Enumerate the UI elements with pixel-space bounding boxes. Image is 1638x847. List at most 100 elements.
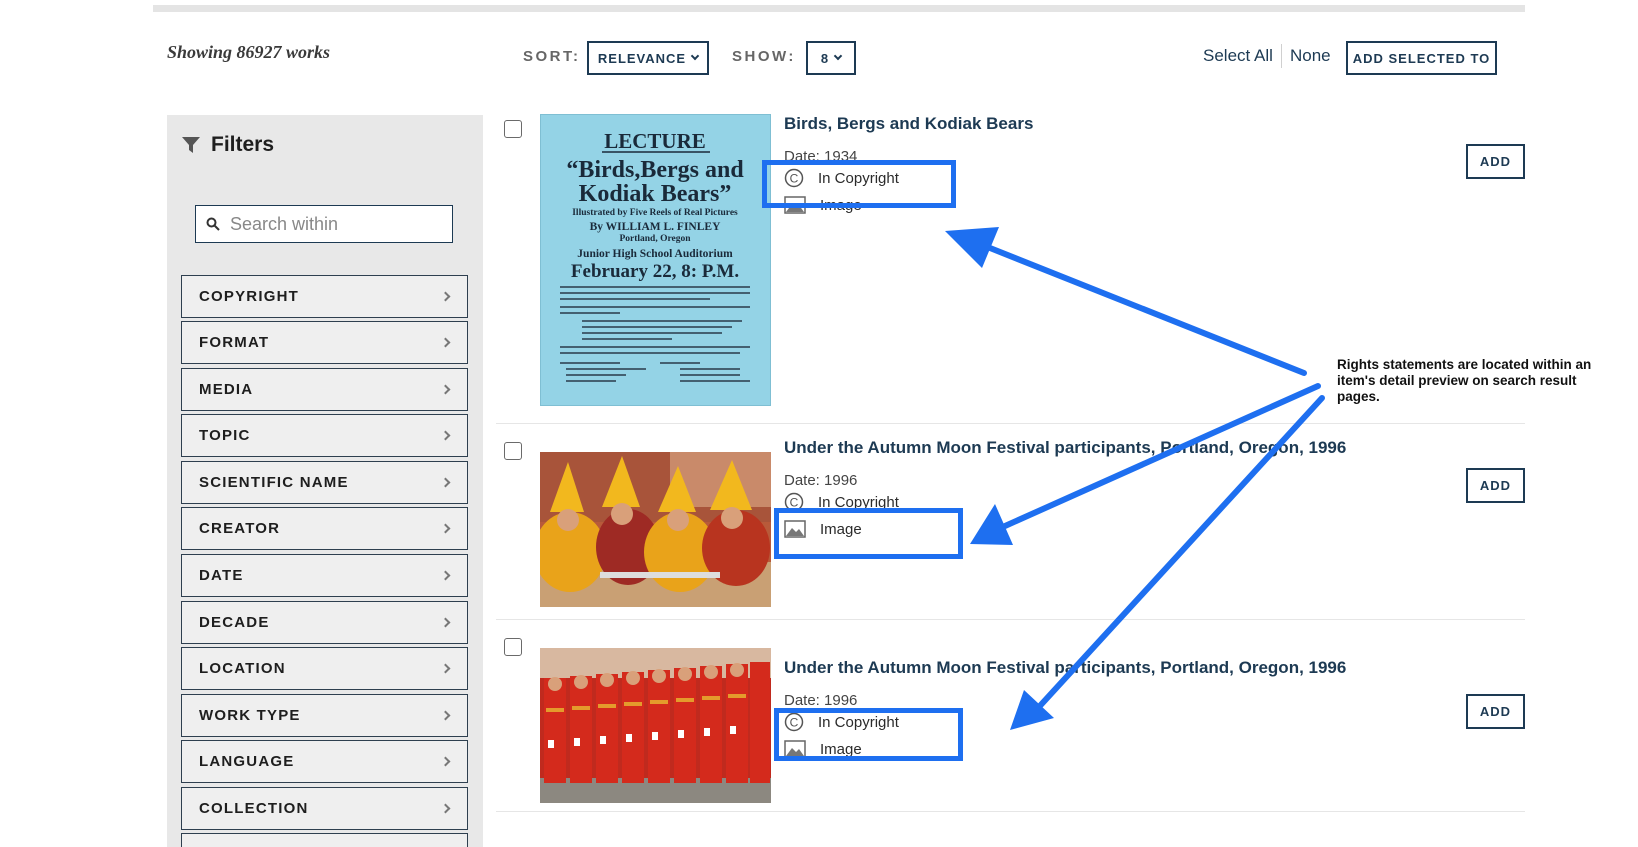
svg-text:Illustrated by Five Reels of R: Illustrated by Five Reels of Real Pictur… — [572, 208, 738, 218]
result-thumbnail[interactable]: LECTURE “Birds,Bergs and Kodiak Bears” I… — [540, 114, 771, 406]
select-checkbox[interactable] — [504, 638, 522, 656]
lecture-poster-image: LECTURE “Birds,Bergs and Kodiak Bears” I… — [540, 114, 771, 406]
facet-date[interactable]: DATE — [181, 554, 468, 597]
facet-label: DECADE — [199, 614, 270, 631]
sort-value: RELEVANCE — [597, 50, 687, 66]
filters-sidebar: Filters COPYRIGHT FORMAT MEDIA TOPIC SCI… — [167, 115, 483, 847]
result-date: Date: 1996 — [784, 692, 858, 709]
chevron-right-icon — [440, 803, 451, 814]
format-label: Image — [820, 520, 862, 538]
facet-location[interactable]: LOCATION — [181, 647, 468, 690]
image-icon — [784, 520, 806, 538]
sort-dropdown[interactable]: RELEVANCE — [587, 41, 709, 75]
facet-label: CREATOR — [199, 520, 281, 537]
facet-creator[interactable]: CREATOR — [181, 507, 468, 550]
chevron-right-icon — [440, 663, 451, 674]
result-title-link[interactable]: Birds, Bergs and Kodiak Bears — [784, 114, 1033, 134]
format-label: Image — [820, 740, 862, 758]
select-checkbox[interactable] — [504, 442, 522, 460]
facet-more[interactable] — [181, 833, 468, 847]
sort-label: SORT: — [523, 48, 581, 65]
rights-statement: C In Copyright — [784, 492, 899, 512]
results-count: Showing 86927 works — [167, 42, 331, 62]
rights-statement: C In Copyright — [784, 712, 899, 732]
result-item: Under the Autumn Moon Festival participa… — [496, 424, 1525, 620]
add-selected-to-button[interactable]: ADD SELECTED TO — [1346, 41, 1497, 75]
select-checkbox[interactable] — [504, 120, 522, 138]
show-count-dropdown[interactable]: 8 — [806, 41, 856, 75]
result-item: Under the Autumn Moon Festival participa… — [496, 620, 1525, 812]
svg-text:LECTURE: LECTURE — [604, 129, 706, 153]
show-value: 8 — [820, 50, 830, 66]
facet-label: DATE — [199, 567, 244, 584]
facet-label: LOCATION — [199, 660, 286, 677]
facet-label: MEDIA — [199, 381, 254, 398]
facet-copyright[interactable]: COPYRIGHT — [181, 275, 468, 318]
image-icon — [784, 196, 806, 214]
facet-label: LANGUAGE — [199, 753, 295, 770]
rights-statement: C In Copyright — [784, 168, 899, 188]
annotation-note: Rights statements are located within an … — [1337, 357, 1592, 404]
facet-format[interactable]: FORMAT — [181, 321, 468, 364]
facet-label: COLLECTION — [199, 800, 309, 817]
chevron-right-icon — [440, 523, 451, 534]
chevron-right-icon — [440, 337, 451, 348]
facet-decade[interactable]: DECADE — [181, 601, 468, 644]
format-label: Image — [820, 196, 862, 214]
add-button[interactable]: ADD — [1466, 468, 1525, 503]
select-none-link[interactable]: None — [1290, 46, 1331, 66]
svg-text:February 22, 8: P.M.: February 22, 8: P.M. — [571, 261, 739, 282]
svg-text:C: C — [790, 496, 799, 510]
svg-text:“Birds,Bergs and: “Birds,Bergs and — [566, 157, 744, 183]
format-type: Image — [784, 196, 862, 214]
chevron-right-icon — [440, 430, 451, 441]
chevron-right-icon — [440, 710, 451, 721]
svg-text:Kodiak Bears”: Kodiak Bears” — [579, 181, 732, 207]
filters-title: Filters — [211, 133, 275, 156]
facet-scientific-name[interactable]: SCIENTIFIC NAME — [181, 461, 468, 504]
festival-procession-image — [540, 648, 771, 803]
format-type: Image — [784, 740, 862, 758]
chevron-down-icon — [833, 51, 843, 61]
facet-topic[interactable]: TOPIC — [181, 414, 468, 457]
search-within-input[interactable] — [230, 213, 430, 235]
add-button[interactable]: ADD — [1466, 144, 1525, 179]
rights-label: In Copyright — [818, 493, 899, 511]
divider — [1281, 44, 1282, 68]
facet-label: FORMAT — [199, 334, 270, 351]
image-icon — [784, 740, 806, 758]
svg-text:C: C — [790, 172, 799, 186]
add-button[interactable]: ADD — [1466, 694, 1525, 729]
copyright-icon: C — [784, 712, 804, 732]
copyright-icon: C — [784, 492, 804, 512]
facet-language[interactable]: LANGUAGE — [181, 740, 468, 783]
svg-text:Portland, Oregon: Portland, Oregon — [619, 234, 691, 244]
result-thumbnail[interactable] — [540, 452, 771, 607]
result-title-link[interactable]: Under the Autumn Moon Festival participa… — [784, 438, 1346, 458]
chevron-down-icon — [690, 51, 700, 61]
chevron-right-icon — [440, 477, 451, 488]
facet-label: COPYRIGHT — [199, 288, 299, 305]
search-within-box[interactable] — [195, 205, 453, 243]
chevron-right-icon — [440, 384, 451, 395]
facet-media[interactable]: MEDIA — [181, 368, 468, 411]
result-date: Date: 1996 — [784, 472, 858, 489]
filters-heading: Filters — [181, 133, 274, 157]
facet-collection[interactable]: COLLECTION — [181, 787, 468, 830]
search-icon — [206, 217, 220, 231]
result-thumbnail[interactable] — [540, 648, 771, 803]
chevron-right-icon — [440, 570, 451, 581]
top-divider-bar — [153, 5, 1525, 12]
copyright-icon: C — [784, 168, 804, 188]
svg-text:C: C — [790, 716, 799, 730]
show-label: SHOW: — [732, 48, 796, 65]
facet-label: SCIENTIFIC NAME — [199, 474, 349, 491]
rights-label: In Copyright — [818, 169, 899, 187]
chevron-right-icon — [440, 617, 451, 628]
select-all-link[interactable]: Select All — [1203, 46, 1273, 66]
result-title-link[interactable]: Under the Autumn Moon Festival participa… — [784, 658, 1346, 678]
festival-photo-image — [540, 452, 771, 607]
chevron-right-icon — [440, 291, 451, 302]
facet-work-type[interactable]: WORK TYPE — [181, 694, 468, 737]
facet-label: TOPIC — [199, 427, 251, 444]
